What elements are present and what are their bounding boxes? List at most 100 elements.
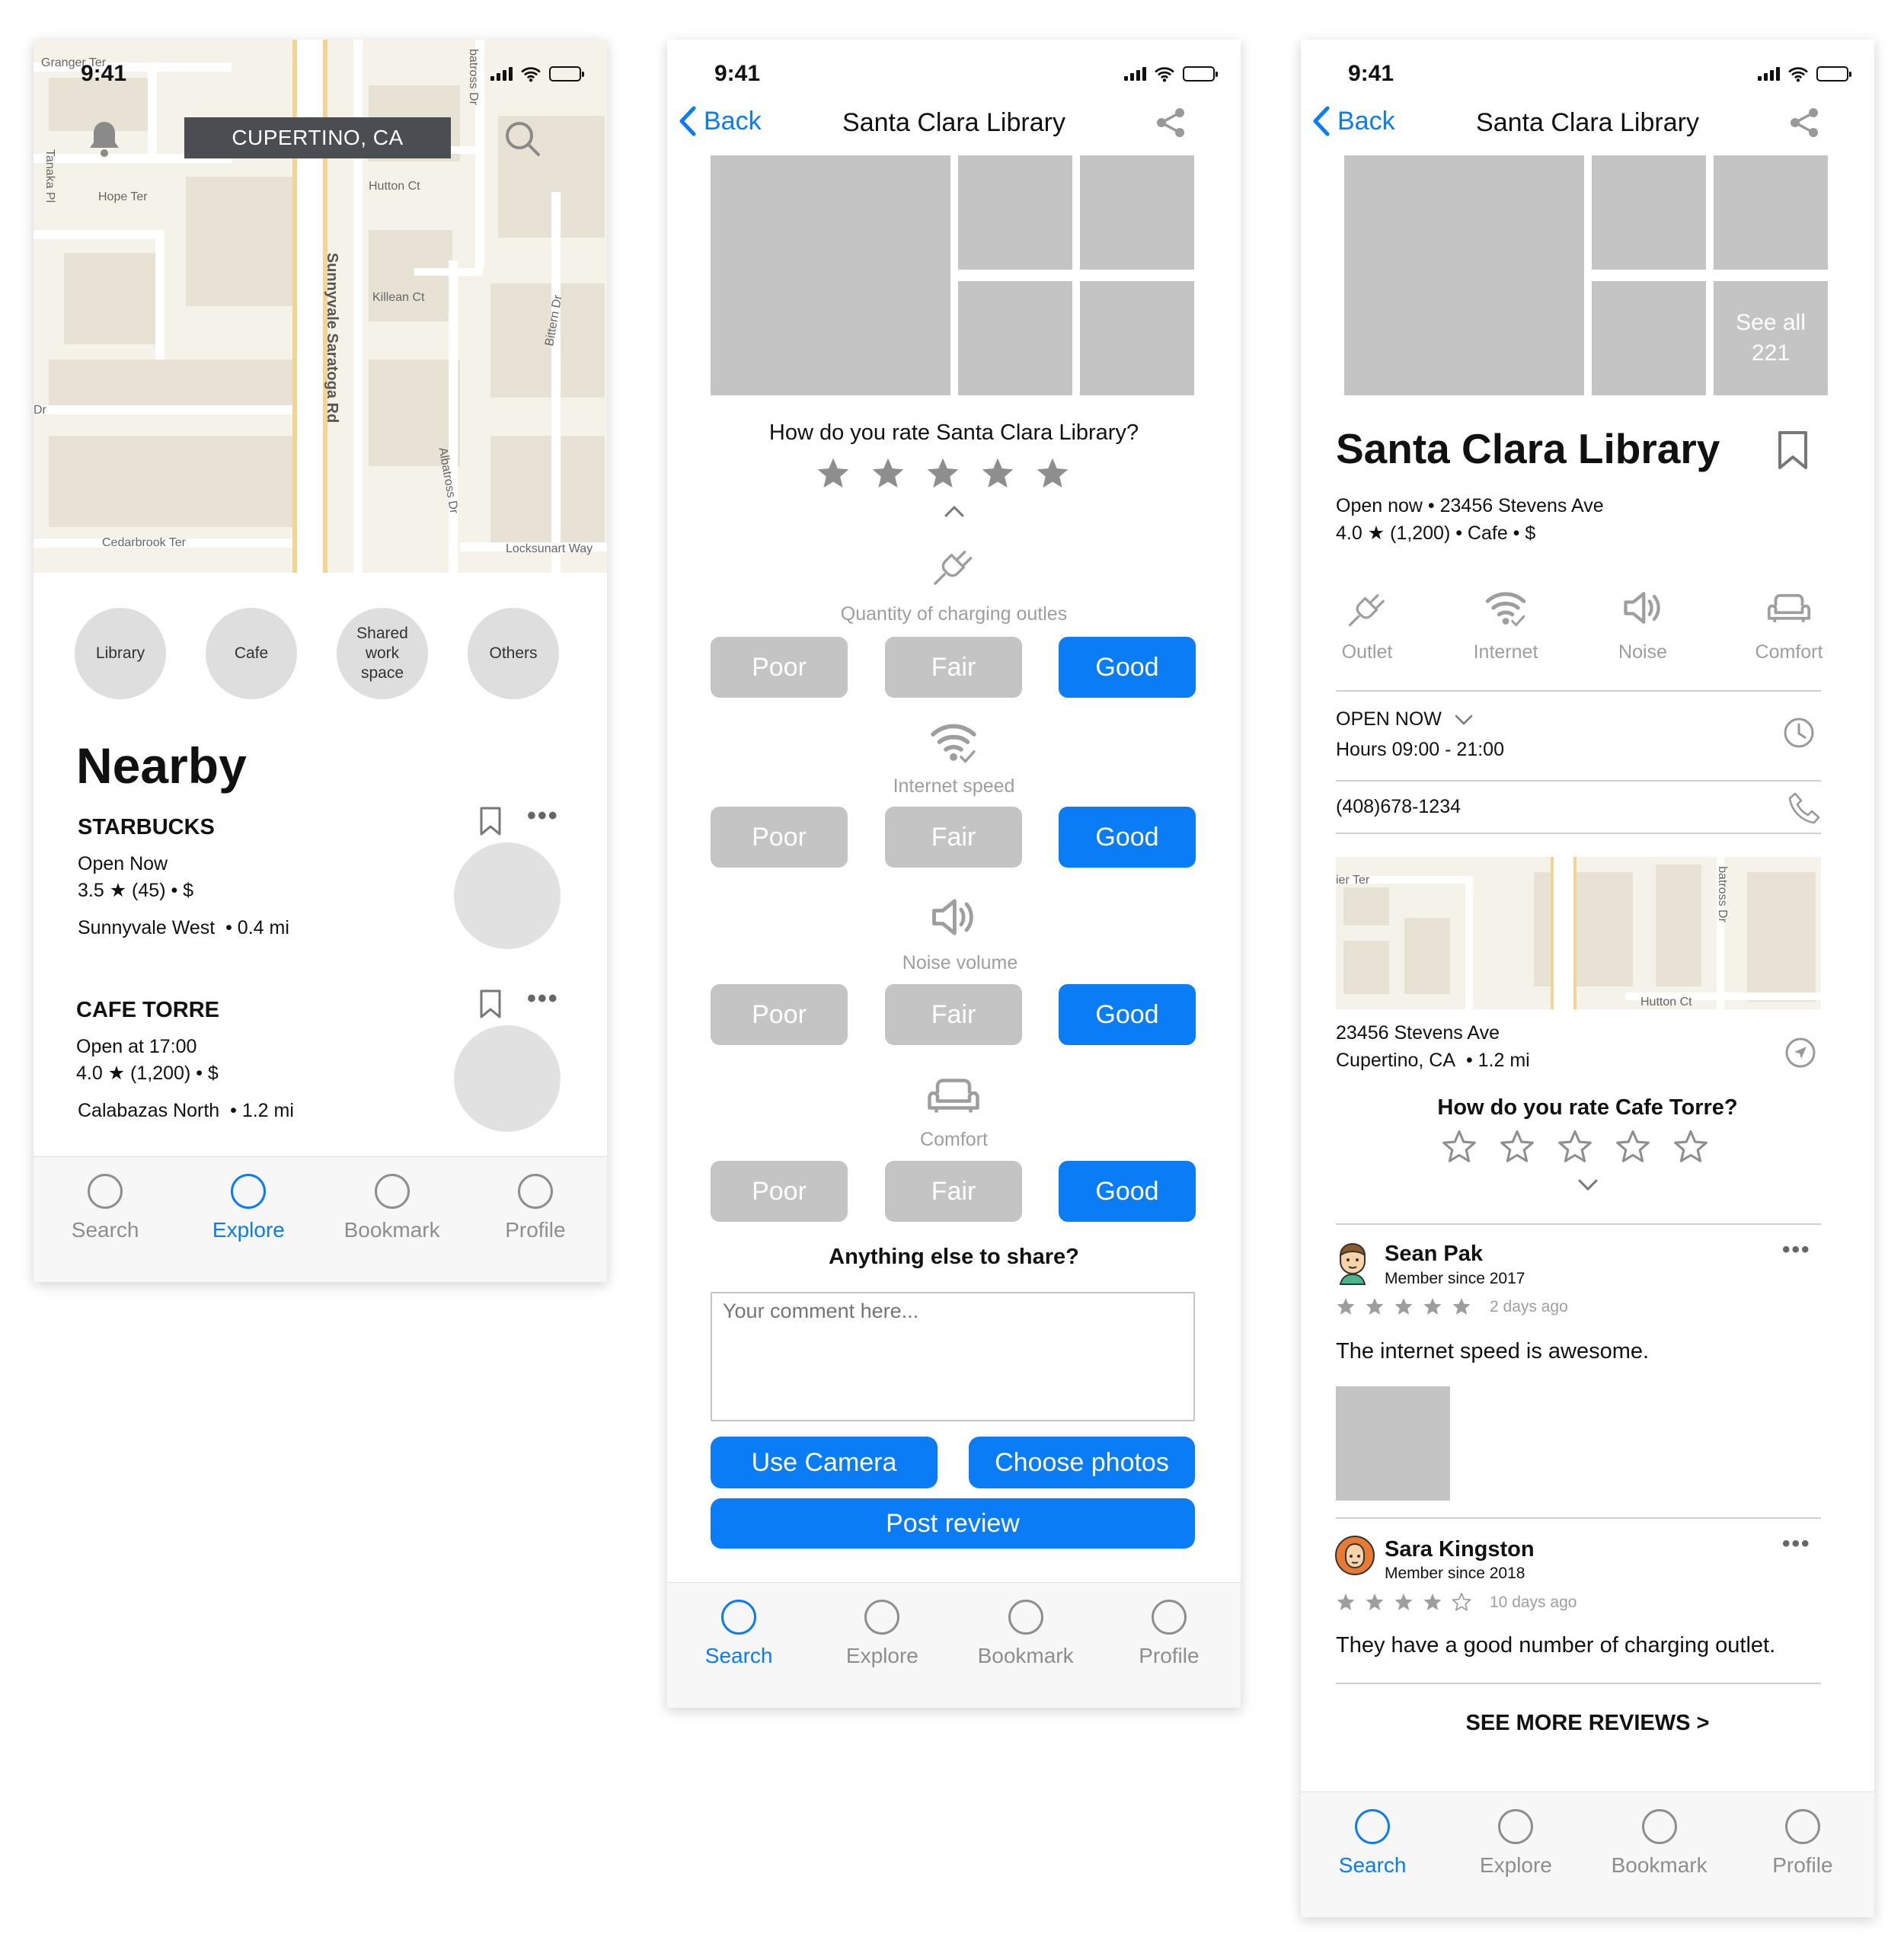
avatar[interactable]	[1336, 1242, 1369, 1286]
tab-search[interactable]: Search	[34, 1157, 177, 1282]
star-filled-icon	[1394, 1592, 1414, 1612]
street-label: Hutton Ct	[1640, 996, 1692, 1009]
place-thumbnail[interactable]	[454, 842, 561, 949]
more-icon[interactable]: •••	[1782, 1237, 1811, 1263]
open-now-toggle[interactable]: OPEN NOW	[1336, 708, 1474, 730]
tab-search[interactable]: Search	[667, 1583, 810, 1708]
tab-bookmark[interactable]: Bookmark	[321, 1157, 464, 1282]
good-button[interactable]: Good	[1059, 637, 1196, 698]
tab-profile[interactable]: Profile	[464, 1157, 607, 1282]
criterion-label: Quantity of charging outles	[840, 603, 1068, 625]
see-more-reviews-link[interactable]: SEE MORE REVIEWS >	[1301, 1711, 1874, 1736]
chevron-down-icon[interactable]	[1577, 1178, 1599, 1191]
rating-stars[interactable]	[1442, 1129, 1708, 1164]
more-icon[interactable]: •••	[527, 984, 559, 1014]
chevron-up-icon[interactable]	[943, 504, 966, 518]
bookmark-icon[interactable]	[1776, 430, 1810, 471]
photo-thumb[interactable]	[1714, 155, 1828, 270]
category-cafe[interactable]: Cafe	[206, 608, 297, 699]
amenity-comfort: Comfort	[1732, 585, 1846, 663]
bookmark-tab-icon	[374, 1174, 410, 1209]
use-camera-button[interactable]: Use Camera	[711, 1437, 938, 1488]
map-preview[interactable]: ier Ter batross Dr Hutton Ct	[1336, 857, 1821, 1009]
reviewer-name[interactable]: Sean Pak	[1385, 1242, 1483, 1267]
star-outline-icon	[1500, 1129, 1535, 1164]
place-detail-screen: 9:41 Back Santa Clara Library See all 22…	[1301, 40, 1874, 1917]
photo-thumb[interactable]	[1080, 281, 1194, 395]
tab-explore[interactable]: Explore	[810, 1583, 954, 1708]
tab-profile[interactable]: Profile	[1097, 1583, 1241, 1708]
tab-bookmark[interactable]: Bookmark	[954, 1583, 1097, 1708]
poor-button[interactable]: Poor	[711, 637, 848, 698]
phone-icon[interactable]	[1788, 791, 1822, 824]
share-icon[interactable]	[1155, 107, 1187, 139]
photo-main[interactable]	[1344, 155, 1584, 395]
tab-label: Profile	[1139, 1644, 1200, 1667]
choose-photos-button[interactable]: Choose photos	[969, 1437, 1195, 1488]
reviewer-name[interactable]: Sara Kingston	[1385, 1537, 1535, 1562]
photo-thumb[interactable]	[1592, 281, 1706, 395]
chevron-down-icon	[1455, 714, 1473, 725]
photo-thumb[interactable]	[1592, 155, 1706, 270]
tab-bookmark[interactable]: Bookmark	[1588, 1792, 1731, 1917]
tab-label: Explore	[845, 1644, 918, 1667]
navigate-icon[interactable]	[1784, 1036, 1817, 1069]
star-filled-icon	[816, 456, 851, 491]
bookmark-icon[interactable]	[478, 989, 503, 1019]
fair-button[interactable]: Fair	[885, 984, 1022, 1045]
comment-input[interactable]	[711, 1292, 1195, 1421]
more-icon[interactable]: •••	[1782, 1531, 1811, 1557]
rating-stars	[816, 456, 1070, 491]
fair-button[interactable]: Fair	[885, 807, 1022, 868]
place-name[interactable]: STARBUCKS	[78, 815, 215, 840]
bookmark-icon[interactable]	[478, 806, 503, 836]
explore-tab-icon	[864, 1600, 900, 1635]
review-time: 10 days ago	[1490, 1594, 1577, 1611]
phone-number[interactable]: (408)678-1234	[1336, 796, 1461, 818]
poor-button[interactable]: Poor	[711, 984, 848, 1045]
poor-button[interactable]: Poor	[711, 1161, 848, 1222]
photo-main[interactable]	[711, 155, 950, 395]
tab-explore[interactable]: Explore	[177, 1157, 320, 1282]
divider	[1336, 690, 1821, 692]
post-review-button[interactable]: Post review	[711, 1498, 1195, 1549]
bell-icon[interactable]	[88, 119, 120, 158]
star-filled-icon	[1452, 1296, 1471, 1316]
amenity-outlet: Outlet	[1325, 585, 1409, 663]
category-shared-work-space[interactable]: Shared work space	[337, 608, 428, 699]
tab-label: Search	[1338, 1853, 1407, 1877]
location-label[interactable]: CUPERTINO, CA	[184, 117, 451, 158]
good-button[interactable]: Good	[1059, 984, 1196, 1045]
criterion-label: Internet speed	[893, 775, 1015, 797]
fair-button[interactable]: Fair	[885, 637, 1022, 698]
tab-label: Profile	[1772, 1853, 1833, 1877]
poor-button[interactable]: Poor	[711, 807, 848, 868]
search-icon[interactable]	[503, 119, 542, 158]
photo-thumb[interactable]	[958, 155, 1072, 270]
fair-button[interactable]: Fair	[885, 1161, 1022, 1222]
share-icon[interactable]	[1788, 107, 1820, 139]
place-name[interactable]: CAFE TORRE	[76, 998, 219, 1023]
good-button[interactable]: Good	[1059, 807, 1196, 868]
review-time: 2 days ago	[1490, 1298, 1568, 1315]
tab-search[interactable]: Search	[1301, 1792, 1444, 1917]
tab-label: Search	[704, 1644, 773, 1667]
status-icons	[490, 66, 584, 82]
star-filled-icon	[1423, 1296, 1442, 1316]
see-all-photos-button[interactable]: See all 221	[1714, 281, 1828, 395]
star-filled-icon	[980, 456, 1015, 491]
category-library[interactable]: Library	[75, 608, 166, 699]
good-button[interactable]: Good	[1059, 1161, 1196, 1222]
place-thumbnail[interactable]	[454, 1025, 561, 1132]
clock-icon	[1784, 718, 1814, 748]
review-photo[interactable]	[1336, 1386, 1450, 1501]
member-since: Member since 2018	[1385, 1565, 1525, 1582]
photo-thumb[interactable]	[1080, 155, 1194, 270]
more-icon[interactable]: •••	[527, 801, 559, 831]
photo-thumb[interactable]	[958, 281, 1072, 395]
avatar[interactable]	[1333, 1534, 1377, 1578]
tab-explore[interactable]: Explore	[1444, 1792, 1587, 1917]
tab-profile[interactable]: Profile	[1731, 1792, 1874, 1917]
amenity-label: Internet	[1473, 641, 1538, 663]
category-others[interactable]: Others	[468, 608, 559, 699]
